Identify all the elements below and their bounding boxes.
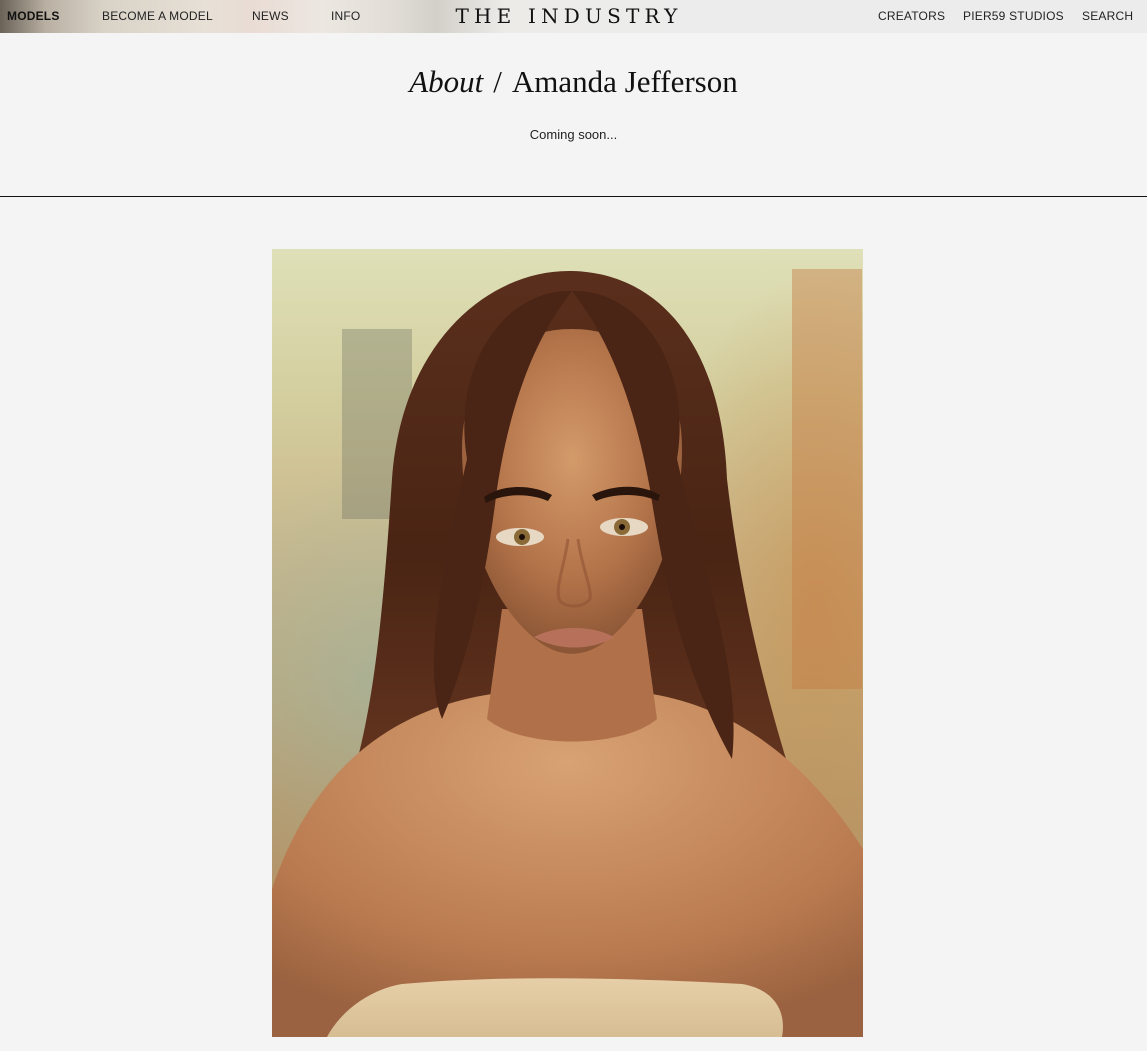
strapless-top [327,978,783,1037]
title-separator: / [493,64,502,99]
nav-link-info[interactable]: INFO [331,0,360,33]
bio-placeholder: Coming soon... [529,127,618,142]
nav-link-become-a-model[interactable]: BECOME A MODEL [102,0,213,33]
section-divider [0,196,1147,197]
portrait-illustration [272,269,863,1037]
nav-link-pier59-studios[interactable]: PIER59 STUDIOS [963,0,1064,33]
bg-wall-shape [792,269,862,689]
nav-link-models[interactable]: MODELS [7,0,60,33]
top-navigation: MODELS BECOME A MODEL NEWS INFO THE INDU… [0,0,1147,33]
model-name: Amanda Jefferson [511,64,738,99]
left-pupil [519,534,525,540]
section-label: About [409,64,484,99]
right-pupil [619,524,625,530]
site-logo[interactable]: THE INDUSTRY [441,0,697,33]
model-portrait-photo[interactable] [272,249,863,1037]
nav-link-news[interactable]: NEWS [252,0,289,33]
nav-link-creators[interactable]: CREATORS [878,0,945,33]
page-title: About / Amanda Jefferson [0,64,1147,100]
nav-link-search[interactable]: SEARCH [1082,0,1133,33]
